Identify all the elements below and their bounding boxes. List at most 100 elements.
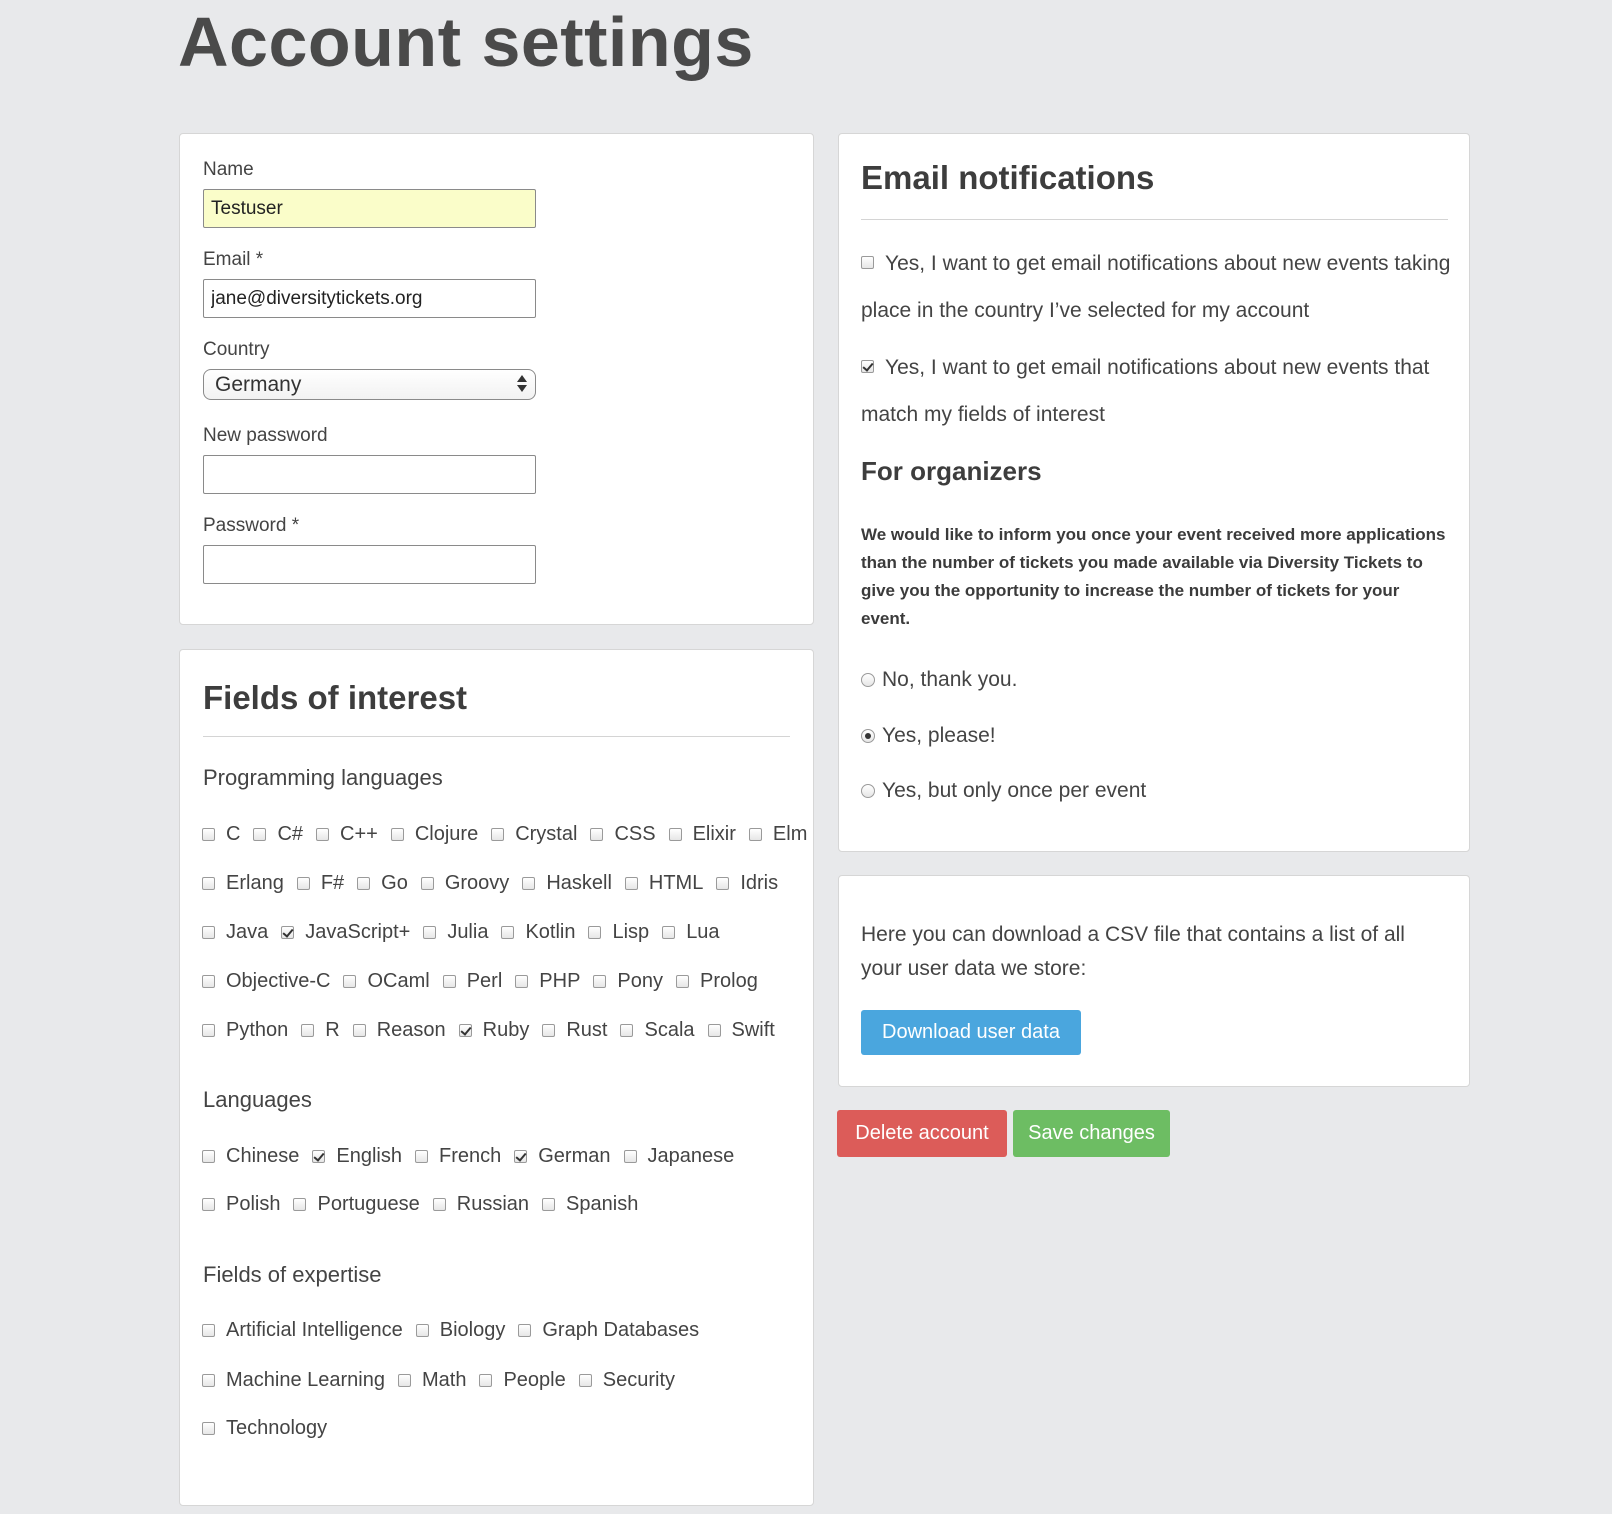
checkbox-option[interactable]: JavaScript+ bbox=[281, 921, 410, 944]
checkbox-option[interactable]: Idris bbox=[716, 872, 778, 895]
new-password-input[interactable] bbox=[203, 455, 536, 494]
checkbox[interactable] bbox=[390, 828, 404, 841]
checkbox-option[interactable]: Elm bbox=[748, 823, 807, 846]
checkbox[interactable] bbox=[281, 926, 295, 939]
download-user-data-button[interactable]: Download user data bbox=[861, 1010, 1081, 1055]
checkbox-option[interactable]: Security bbox=[578, 1369, 675, 1392]
checkbox-option[interactable]: Python bbox=[202, 1019, 288, 1042]
checkbox-option[interactable]: Russian bbox=[432, 1193, 529, 1216]
checkbox-option[interactable]: Go bbox=[357, 872, 408, 895]
checkbox[interactable] bbox=[432, 1198, 446, 1211]
save-changes-button[interactable]: Save changes bbox=[1013, 1110, 1170, 1157]
checkbox-option[interactable]: PHP bbox=[515, 970, 580, 993]
checkbox-option[interactable]: Technology bbox=[202, 1417, 327, 1440]
checkbox-option[interactable]: French bbox=[415, 1145, 501, 1168]
checkbox[interactable] bbox=[542, 1198, 556, 1211]
checkbox[interactable] bbox=[202, 926, 215, 939]
checkbox[interactable] bbox=[202, 1150, 215, 1163]
checkbox-option[interactable]: Japanese bbox=[623, 1145, 734, 1168]
checkbox[interactable] bbox=[293, 1198, 307, 1211]
checkbox-option[interactable]: Objective-C bbox=[202, 970, 330, 993]
checkbox[interactable] bbox=[501, 926, 515, 939]
checkbox-option[interactable]: Artificial Intelligence bbox=[202, 1319, 403, 1342]
checkbox[interactable] bbox=[253, 828, 267, 841]
checkbox-option[interactable]: Swift bbox=[707, 1019, 775, 1042]
checkbox-option[interactable]: Lua bbox=[662, 921, 720, 944]
notify-interest-option[interactable]: Yes, I want to get email notifications a… bbox=[861, 344, 1451, 438]
checkbox[interactable] bbox=[316, 828, 330, 841]
checkbox[interactable] bbox=[296, 877, 310, 890]
checkbox[interactable] bbox=[479, 1374, 493, 1387]
checkbox[interactable] bbox=[202, 1198, 215, 1211]
delete-account-button[interactable]: Delete account bbox=[837, 1110, 1007, 1157]
checkbox-option[interactable]: F# bbox=[296, 872, 344, 895]
checkbox-option[interactable]: Machine Learning bbox=[202, 1369, 385, 1392]
checkbox-option[interactable]: Elixir bbox=[668, 823, 736, 846]
radio-option[interactable]: No, thank you. bbox=[861, 668, 1017, 692]
checkbox[interactable] bbox=[343, 975, 357, 988]
checkbox-option[interactable]: C++ bbox=[316, 823, 378, 846]
checkbox-option[interactable]: Java bbox=[202, 921, 268, 944]
checkbox[interactable] bbox=[312, 1150, 326, 1163]
checkbox-option[interactable]: Chinese bbox=[202, 1145, 299, 1168]
radio-button[interactable] bbox=[861, 784, 875, 798]
checkbox[interactable] bbox=[202, 975, 215, 988]
checkbox-option[interactable]: Ruby bbox=[458, 1019, 529, 1042]
checkbox-option[interactable]: Erlang bbox=[202, 872, 284, 895]
checkbox[interactable] bbox=[668, 828, 682, 841]
checkbox[interactable] bbox=[352, 1024, 366, 1037]
checkbox[interactable] bbox=[514, 1150, 528, 1163]
checkbox[interactable] bbox=[662, 926, 676, 939]
radio-button[interactable] bbox=[861, 729, 875, 743]
checkbox[interactable] bbox=[676, 975, 690, 988]
checkbox-option[interactable]: Clojure bbox=[390, 823, 478, 846]
checkbox[interactable] bbox=[357, 877, 371, 890]
checkbox[interactable] bbox=[716, 877, 730, 890]
checkbox-option[interactable]: OCaml bbox=[343, 970, 430, 993]
notify-country-checkbox[interactable] bbox=[861, 255, 874, 269]
checkbox-option[interactable]: Biology bbox=[415, 1319, 505, 1342]
checkbox[interactable] bbox=[620, 1024, 634, 1037]
checkbox[interactable] bbox=[301, 1024, 315, 1037]
checkbox-option[interactable]: Reason bbox=[352, 1019, 446, 1042]
checkbox-option[interactable]: Graph Databases bbox=[518, 1319, 699, 1342]
name-input[interactable] bbox=[203, 189, 536, 228]
checkbox[interactable] bbox=[415, 1150, 428, 1163]
checkbox[interactable] bbox=[202, 828, 215, 841]
checkbox[interactable] bbox=[415, 1324, 429, 1337]
checkbox[interactable] bbox=[593, 975, 607, 988]
checkbox-option[interactable]: Spanish bbox=[542, 1193, 638, 1216]
checkbox[interactable] bbox=[515, 975, 529, 988]
checkbox-option[interactable]: Groovy bbox=[420, 872, 509, 895]
checkbox-option[interactable]: English bbox=[312, 1145, 402, 1168]
checkbox-option[interactable]: Pony bbox=[593, 970, 663, 993]
checkbox[interactable] bbox=[748, 828, 762, 841]
checkbox-option[interactable]: Julia bbox=[423, 921, 488, 944]
checkbox-option[interactable]: Haskell bbox=[522, 872, 612, 895]
radio-button[interactable] bbox=[861, 673, 875, 687]
checkbox-option[interactable]: HTML bbox=[624, 872, 703, 895]
checkbox[interactable] bbox=[398, 1374, 411, 1387]
checkbox[interactable] bbox=[202, 1024, 215, 1037]
checkbox-option[interactable]: Kotlin bbox=[501, 921, 575, 944]
checkbox[interactable] bbox=[624, 877, 638, 890]
checkbox[interactable] bbox=[623, 1150, 637, 1163]
checkbox-option[interactable]: People bbox=[479, 1369, 566, 1392]
password-input[interactable] bbox=[203, 545, 536, 584]
checkbox[interactable] bbox=[588, 926, 602, 939]
checkbox-option[interactable]: Rust bbox=[542, 1019, 607, 1042]
email-input[interactable] bbox=[203, 279, 536, 318]
checkbox[interactable] bbox=[420, 877, 434, 890]
checkbox-option[interactable]: Perl bbox=[442, 970, 502, 993]
checkbox-option[interactable]: Lisp bbox=[588, 921, 649, 944]
checkbox[interactable] bbox=[518, 1324, 532, 1337]
checkbox[interactable] bbox=[442, 975, 456, 988]
checkbox[interactable] bbox=[458, 1024, 472, 1037]
checkbox-option[interactable]: Prolog bbox=[676, 970, 758, 993]
checkbox[interactable] bbox=[423, 926, 437, 939]
checkbox-option[interactable]: Portuguese bbox=[293, 1193, 420, 1216]
country-select[interactable]: Germany bbox=[203, 369, 536, 400]
checkbox[interactable] bbox=[707, 1024, 721, 1037]
checkbox-option[interactable]: Polish bbox=[202, 1193, 280, 1216]
checkbox-option[interactable]: Math bbox=[398, 1369, 466, 1392]
